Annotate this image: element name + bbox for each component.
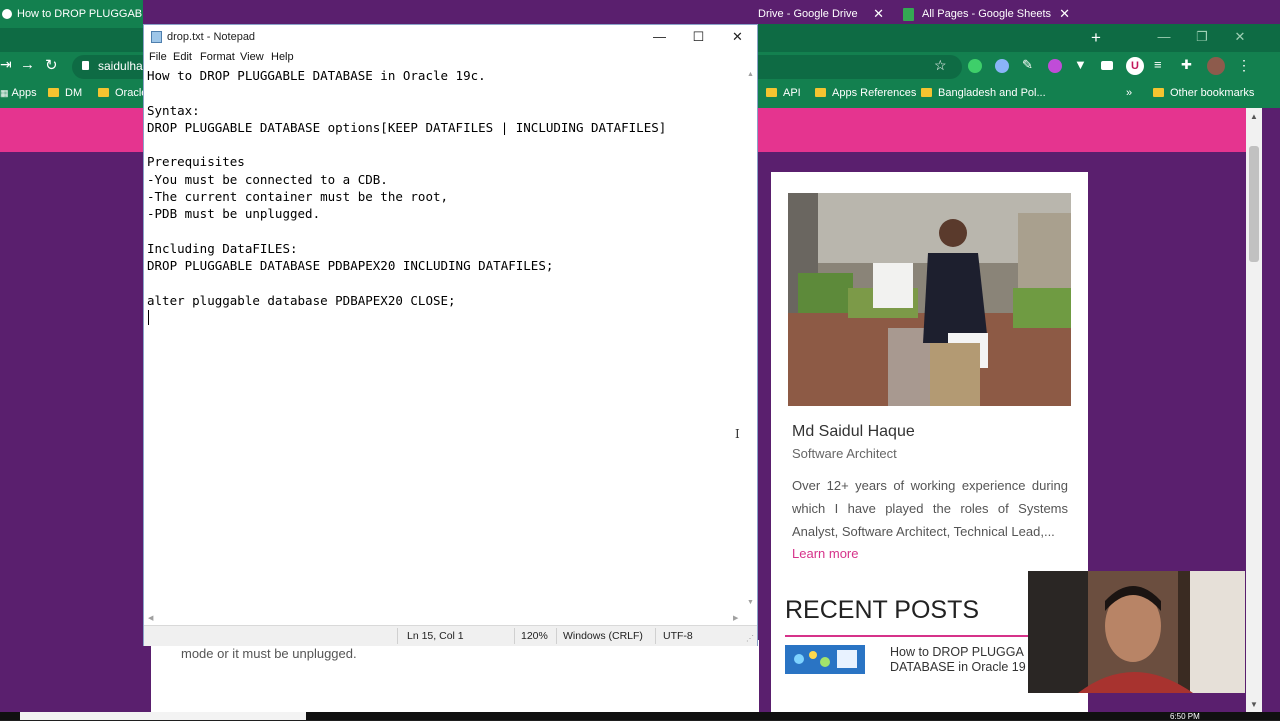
menu-edit[interactable]: Edit bbox=[173, 51, 192, 63]
forward-icon[interactable]: ⇥ bbox=[0, 56, 12, 73]
divider bbox=[514, 628, 515, 644]
status-bar: Ln 15, Col 1 120% Windows (CRLF) UTF-8 ⋰ bbox=[144, 625, 757, 646]
post-thumbnail[interactable] bbox=[785, 645, 865, 674]
close-icon[interactable]: ✕ bbox=[1059, 0, 1070, 28]
scrollbar-thumb[interactable] bbox=[1249, 146, 1259, 262]
scroll-right-arrow[interactable]: ▶ bbox=[733, 614, 738, 622]
close-icon[interactable]: ✕ bbox=[1222, 24, 1258, 52]
recent-posts-heading: RECENT POSTS bbox=[785, 596, 980, 624]
tab-google-drive[interactable]: Drive - Google Drive ✕ bbox=[758, 0, 890, 28]
notepad-icon bbox=[151, 31, 162, 43]
star-icon[interactable]: ☆ bbox=[934, 57, 947, 74]
webcam-overlay bbox=[1028, 571, 1245, 693]
recent-post-link[interactable]: How to DROP PLUGGA DATABASE in Oracle 19 bbox=[890, 645, 1040, 675]
ibeam-cursor-icon: I bbox=[735, 427, 740, 441]
cursor-position: Ln 15, Col 1 bbox=[407, 630, 464, 642]
bookmarks-overflow[interactable]: » bbox=[1126, 80, 1132, 106]
resize-grip-icon[interactable]: ⋰ bbox=[746, 634, 754, 643]
chrome-icon bbox=[2, 9, 12, 19]
sheets-icon bbox=[903, 8, 914, 21]
text-editor[interactable]: How to DROP PLUGGABLE DATABASE in Oracle… bbox=[147, 67, 743, 611]
new-tab-button[interactable]: + bbox=[1086, 24, 1106, 52]
lock-icon bbox=[82, 61, 89, 70]
author-photo bbox=[788, 193, 1071, 406]
extension-icon[interactable] bbox=[968, 59, 982, 73]
menu-bar: File Edit Format View Help bbox=[144, 49, 757, 67]
video-icon[interactable] bbox=[1101, 61, 1113, 70]
menu-view[interactable]: View bbox=[240, 51, 264, 63]
scroll-down-arrow[interactable]: ▼ bbox=[747, 599, 754, 606]
folder-icon bbox=[766, 88, 777, 97]
scroll-left-arrow[interactable]: ◀ bbox=[148, 614, 153, 622]
puzzle-icon[interactable]: ✚ bbox=[1181, 57, 1192, 73]
close-icon[interactable]: ✕ bbox=[873, 0, 884, 28]
scroll-up-arrow[interactable]: ▲ bbox=[1250, 112, 1258, 121]
restore-icon[interactable]: ❐ bbox=[1184, 24, 1220, 52]
avatar[interactable] bbox=[1207, 57, 1225, 75]
folder-icon bbox=[921, 88, 932, 97]
divider bbox=[556, 628, 557, 644]
learn-more-link[interactable]: Learn more bbox=[792, 546, 858, 561]
minimize-icon[interactable]: — bbox=[1146, 24, 1182, 52]
bookmark-apps[interactable]: ▦ Apps bbox=[0, 80, 37, 106]
tab-google-sheets[interactable]: All Pages - Google Sheets ✕ bbox=[898, 0, 1076, 28]
menu-icon[interactable]: ≡ bbox=[1154, 57, 1162, 72]
folder-icon bbox=[98, 88, 109, 97]
bookmark-other[interactable]: Other bookmarks bbox=[1153, 80, 1254, 106]
bookmark-apps-references[interactable]: Apps References bbox=[815, 80, 916, 106]
close-icon[interactable]: ✕ bbox=[718, 25, 757, 49]
tab-how-to-drop[interactable]: How to DROP PLUGGABLE D bbox=[0, 0, 143, 28]
menu-format[interactable]: Format bbox=[200, 51, 235, 63]
encoding: UTF-8 bbox=[663, 630, 693, 642]
profile-avatar[interactable]: U bbox=[1126, 57, 1144, 75]
more-vert-icon[interactable]: ⋮ bbox=[1237, 57, 1251, 74]
notepad-window: drop.txt - Notepad — ☐ ✕ File Edit Forma… bbox=[143, 24, 758, 646]
minimize-icon[interactable]: — bbox=[640, 25, 679, 49]
horizontal-scrollbar[interactable]: ◀ ▶ bbox=[144, 611, 744, 625]
folder-icon bbox=[48, 88, 59, 97]
author-name: Md Saidul Haque bbox=[792, 423, 915, 440]
folder-icon bbox=[815, 88, 826, 97]
window-title: drop.txt - Notepad bbox=[167, 31, 256, 43]
bookmark-dm[interactable]: DM bbox=[48, 80, 82, 106]
line-endings: Windows (CRLF) bbox=[563, 630, 643, 642]
divider bbox=[397, 628, 398, 644]
extension-icon[interactable] bbox=[995, 59, 1009, 73]
article-text: mode or it must be unplugged. bbox=[181, 646, 357, 661]
tab-label: Drive - Google Drive bbox=[758, 8, 858, 20]
extension-icon[interactable] bbox=[1048, 59, 1062, 73]
reload-icon[interactable]: ↻ bbox=[45, 56, 58, 74]
forward-arrow-icon[interactable]: → bbox=[20, 56, 35, 73]
text-caret bbox=[148, 310, 149, 325]
tab-label: How to DROP PLUGGABLE D bbox=[17, 8, 143, 20]
bookmark-oracle[interactable]: Oracle bbox=[98, 80, 143, 106]
notepad-titlebar[interactable]: drop.txt - Notepad — ☐ ✕ bbox=[144, 25, 757, 49]
taskbar-search[interactable] bbox=[20, 712, 306, 720]
scroll-down-arrow[interactable]: ▼ bbox=[1250, 700, 1258, 709]
menu-file[interactable]: File bbox=[149, 51, 167, 63]
divider bbox=[655, 628, 656, 644]
address-text: saidulha bbox=[98, 59, 143, 73]
vertical-scrollbar[interactable]: ▲ ▼ bbox=[744, 67, 757, 611]
menu-help[interactable]: Help bbox=[271, 51, 294, 63]
vpn-icon[interactable]: ▼ bbox=[1074, 57, 1087, 72]
bookmark-bangladesh[interactable]: Bangladesh and Pol... bbox=[921, 80, 1046, 106]
bookmark-api[interactable]: API bbox=[766, 80, 801, 106]
pen-icon[interactable]: ✎ bbox=[1022, 57, 1033, 73]
author-role: Software Architect bbox=[792, 446, 897, 461]
apps-grid-icon: ▦ bbox=[0, 88, 9, 98]
zoom-level: 120% bbox=[521, 630, 548, 642]
folder-icon bbox=[1153, 88, 1164, 97]
scroll-up-arrow[interactable]: ▲ bbox=[747, 71, 754, 78]
tab-label: All Pages - Google Sheets bbox=[922, 8, 1052, 20]
maximize-icon[interactable]: ☐ bbox=[679, 25, 718, 49]
author-bio: Over 12+ years of working experience dur… bbox=[792, 478, 1068, 539]
